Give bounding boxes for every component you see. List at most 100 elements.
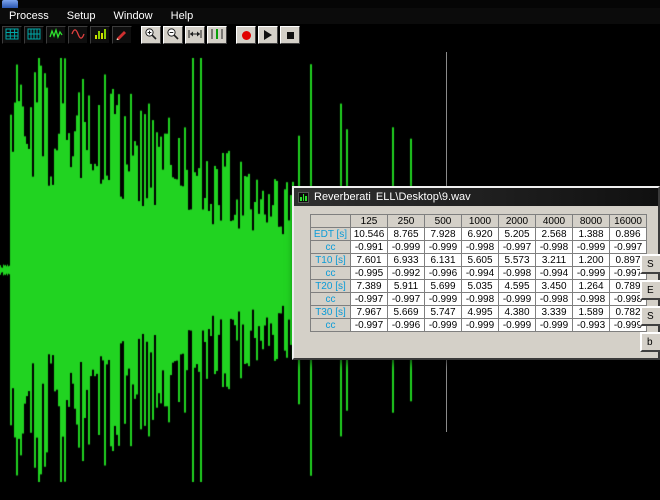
table-row: T20 [s]7.3895.9115.6995.0354.5953.4501.2…	[311, 280, 647, 293]
table-row: cc-0.991-0.999-0.999-0.998-0.997-0.998-0…	[311, 241, 647, 254]
rt-value-cell: 3.450	[536, 280, 573, 293]
rt-value-cell: -0.996	[388, 319, 425, 332]
dialog-button-3[interactable]: S	[640, 306, 660, 326]
rt-value-cell: -0.994	[462, 267, 499, 280]
dialog-icon	[298, 192, 309, 203]
sine-curve-icon-button[interactable]	[68, 26, 88, 44]
table-row: cc-0.995-0.992-0.996-0.994-0.998-0.994-0…	[311, 267, 647, 280]
stop-button[interactable]	[280, 26, 300, 44]
play-button[interactable]	[258, 26, 278, 44]
rt-value-cell: -0.992	[388, 267, 425, 280]
waveform-icon-button[interactable]	[46, 26, 66, 44]
rt-value-cell: -0.997	[499, 241, 536, 254]
table-row: cc-0.997-0.997-0.999-0.998-0.999-0.998-0…	[311, 293, 647, 306]
menu-bar: Process Setup Window Help	[0, 8, 660, 24]
rt-value-cell: 5.605	[462, 254, 499, 267]
table-corner-cell	[311, 215, 351, 228]
spectrum-bars-icon-button[interactable]	[90, 26, 110, 44]
table-row: EDT [s]10.5468.7657.9286.9205.2052.5681.…	[311, 228, 647, 241]
waveform-icon	[49, 28, 63, 43]
rt-value-cell: -0.999	[573, 241, 610, 254]
rt-value-cell: -0.999	[388, 241, 425, 254]
stop-icon	[287, 32, 294, 39]
rt-value-cell: 4.380	[499, 306, 536, 319]
row-label: EDT [s]	[311, 228, 351, 241]
reverberation-dialog: Reverberati ELL\Desktop\9.wav 1252505001…	[292, 186, 660, 360]
row-label: T20 [s]	[311, 280, 351, 293]
row-label: cc	[311, 293, 351, 306]
freq-column-header: 8000	[573, 215, 610, 228]
rt-value-cell: 10.546	[351, 228, 388, 241]
record-button[interactable]	[236, 26, 256, 44]
rt-value-cell: 5.911	[388, 280, 425, 293]
rt-value-cell: 6.131	[425, 254, 462, 267]
zoom-out-icon	[166, 27, 180, 44]
rt-value-cell: 7.601	[351, 254, 388, 267]
zoom-in-button[interactable]	[141, 26, 161, 44]
row-label: cc	[311, 241, 351, 254]
rt-value-cell: -0.999	[462, 319, 499, 332]
dialog-button-2[interactable]: E	[640, 280, 660, 300]
rt-value-cell: 8.765	[388, 228, 425, 241]
rt-value-cell: 5.699	[425, 280, 462, 293]
rt-value-cell: -0.999	[425, 319, 462, 332]
rt-value-cell: -0.998	[499, 267, 536, 280]
rt-value-cell: 3.339	[536, 306, 573, 319]
pencil-icon-button[interactable]	[112, 26, 132, 44]
rt-value-cell: 5.035	[462, 280, 499, 293]
marker-button[interactable]	[207, 26, 227, 44]
sine-curve-icon	[71, 28, 85, 43]
rt-value-cell: -0.995	[351, 267, 388, 280]
grid-icon	[5, 28, 19, 43]
rt-value-cell: 2.568	[536, 228, 573, 241]
play-icon	[264, 30, 272, 40]
freq-column-header: 16000	[610, 215, 647, 228]
rt-value-cell: 4.995	[462, 306, 499, 319]
dialog-title: Reverberati	[314, 191, 371, 203]
rt-value-cell: -0.999	[573, 267, 610, 280]
menu-setup[interactable]: Setup	[58, 9, 105, 23]
rt-value-cell: 1.388	[573, 228, 610, 241]
grid-2-icon-button[interactable]	[24, 26, 44, 44]
rt-value-cell: 5.669	[388, 306, 425, 319]
rt-value-cell: -0.991	[351, 241, 388, 254]
rt-value-cell: 5.205	[499, 228, 536, 241]
freq-column-header: 2000	[499, 215, 536, 228]
rt-value-cell: 6.920	[462, 228, 499, 241]
row-label: cc	[311, 319, 351, 332]
rt-value-cell: -0.998	[573, 293, 610, 306]
spectrum-bars-icon	[93, 28, 107, 43]
rt-value-cell: -0.998	[536, 293, 573, 306]
table-row: T30 [s]7.9675.6695.7474.9954.3803.3391.5…	[311, 306, 647, 319]
table-header-row: 125250500100020004000800016000	[311, 215, 647, 228]
rt-value-cell: -0.997	[610, 241, 647, 254]
table-row: T10 [s]7.6016.9336.1315.6055.5733.2111.2…	[311, 254, 647, 267]
rt-value-cell: 1.200	[573, 254, 610, 267]
freq-column-header: 4000	[536, 215, 573, 228]
menu-help[interactable]: Help	[162, 9, 203, 23]
grid-icon-button[interactable]	[2, 26, 22, 44]
rt-value-cell: 1.264	[573, 280, 610, 293]
window-chrome-fragment	[0, 0, 660, 8]
rt-value-cell: -0.998	[462, 241, 499, 254]
toolbar	[2, 25, 660, 45]
reverberation-table: 125250500100020004000800016000 EDT [s]10…	[310, 214, 647, 332]
menu-process[interactable]: Process	[0, 9, 58, 23]
freq-column-header: 250	[388, 215, 425, 228]
dialog-button-1[interactable]: S	[640, 254, 660, 274]
row-label: T30 [s]	[311, 306, 351, 319]
zoom-out-button[interactable]	[163, 26, 183, 44]
dialog-title-bar[interactable]: Reverberati ELL\Desktop\9.wav	[294, 188, 658, 206]
dialog-button-4[interactable]: b	[640, 332, 660, 352]
grid-2-icon	[27, 28, 41, 43]
rt-value-cell: -0.999	[425, 293, 462, 306]
fit-horizontal-button[interactable]	[185, 26, 205, 44]
record-icon	[242, 31, 251, 40]
rt-value-cell: -0.994	[536, 267, 573, 280]
window-icon	[2, 0, 18, 8]
app-window: Process Setup Window Help	[0, 0, 660, 500]
rt-value-cell: -0.996	[425, 267, 462, 280]
rt-value-cell: -0.999	[499, 293, 536, 306]
menu-window[interactable]: Window	[105, 9, 162, 23]
row-label: T10 [s]	[311, 254, 351, 267]
